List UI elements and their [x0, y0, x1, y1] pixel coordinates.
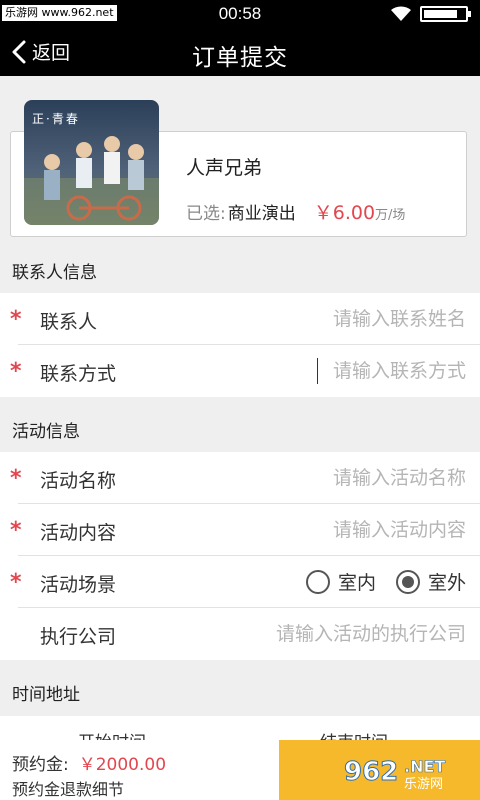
radio-outdoor-label[interactable]: 室外: [428, 568, 466, 595]
time-columns: 开始时间 结束时间: [0, 716, 480, 740]
activity-name-row: * 活动名称: [0, 452, 480, 504]
required-asterisk: *: [10, 570, 22, 595]
radio-indoor[interactable]: [305, 569, 330, 594]
radio-outdoor[interactable]: [395, 569, 420, 594]
product-poster: 正·青春: [24, 100, 159, 225]
company-input[interactable]: [216, 620, 466, 648]
selected-value: 商业演出: [227, 204, 296, 224]
start-time-label[interactable]: 开始时间: [78, 728, 146, 740]
scene-radio-group: 室内 室外: [305, 568, 466, 595]
activity-scene-label: 活动场景: [40, 574, 117, 596]
page-title: 订单提交: [192, 45, 288, 71]
contact-phone-row: * 联系方式: [0, 345, 480, 397]
wifi-icon: [391, 6, 411, 22]
radio-indoor-label[interactable]: 室内: [338, 568, 376, 595]
text-caret: [317, 358, 318, 384]
contact-group: * 联系人 * 联系方式: [0, 293, 480, 397]
deposit-info: 预约金: ￥2000.00: [12, 750, 166, 775]
required-asterisk: *: [10, 359, 22, 384]
battery-fill: [424, 10, 458, 18]
deposit-label: 预约金:: [12, 755, 69, 775]
contact-phone-label: 联系方式: [40, 363, 117, 385]
company-row: 执行公司: [0, 608, 480, 660]
selected-label: 已选:: [186, 204, 226, 224]
deposit-amount: ￥2000.00: [78, 755, 167, 775]
refund-details-link[interactable]: 预约金退款细节: [12, 776, 124, 800]
contact-name-label: 联系人: [40, 311, 98, 333]
contact-section-title: 联系人信息: [12, 263, 97, 283]
required-asterisk: *: [10, 466, 22, 491]
product-price: ￥6.00: [313, 202, 376, 224]
activity-content-row: * 活动内容: [0, 504, 480, 556]
contact-name-row: * 联系人: [0, 293, 480, 345]
product-name: 人声兄弟: [186, 157, 263, 179]
required-asterisk: *: [10, 307, 22, 332]
product-meta: 已选: 商业演出 ￥6.00 万/场: [186, 198, 405, 225]
activity-scene-row: * 活动场景 室内 室外: [0, 556, 480, 608]
svg-text:.NET: .NET: [404, 757, 445, 776]
activity-content-input[interactable]: [236, 516, 466, 544]
price-unit: 万/场: [375, 208, 406, 223]
end-time-label[interactable]: 结束时间: [320, 728, 388, 740]
status-bar: 乐游网 www.962.net 00:58: [0, 0, 480, 28]
contact-name-input[interactable]: [236, 305, 466, 333]
watermark-logo: 962 .NET 乐游网: [344, 757, 446, 793]
battery-icon: [420, 6, 471, 22]
required-asterisk: *: [10, 518, 22, 543]
time-section-title: 时间地址: [12, 685, 80, 705]
svg-text:962: 962: [344, 757, 398, 787]
activity-name-input[interactable]: [236, 464, 466, 492]
nav-bar: 返回 订单提交: [0, 28, 480, 76]
activity-content-label: 活动内容: [40, 522, 117, 544]
svg-text:乐游网: 乐游网: [404, 777, 443, 792]
activity-name-label: 活动名称: [40, 470, 117, 492]
activity-group: * 活动名称 * 活动内容 * 活动场景 室内 室外 执行公司: [0, 452, 480, 660]
activity-section-title: 活动信息: [12, 422, 80, 442]
company-label: 执行公司: [40, 626, 117, 648]
poster-art: [24, 136, 159, 225]
contact-phone-input[interactable]: [236, 357, 466, 385]
status-icons: [390, 6, 471, 22]
